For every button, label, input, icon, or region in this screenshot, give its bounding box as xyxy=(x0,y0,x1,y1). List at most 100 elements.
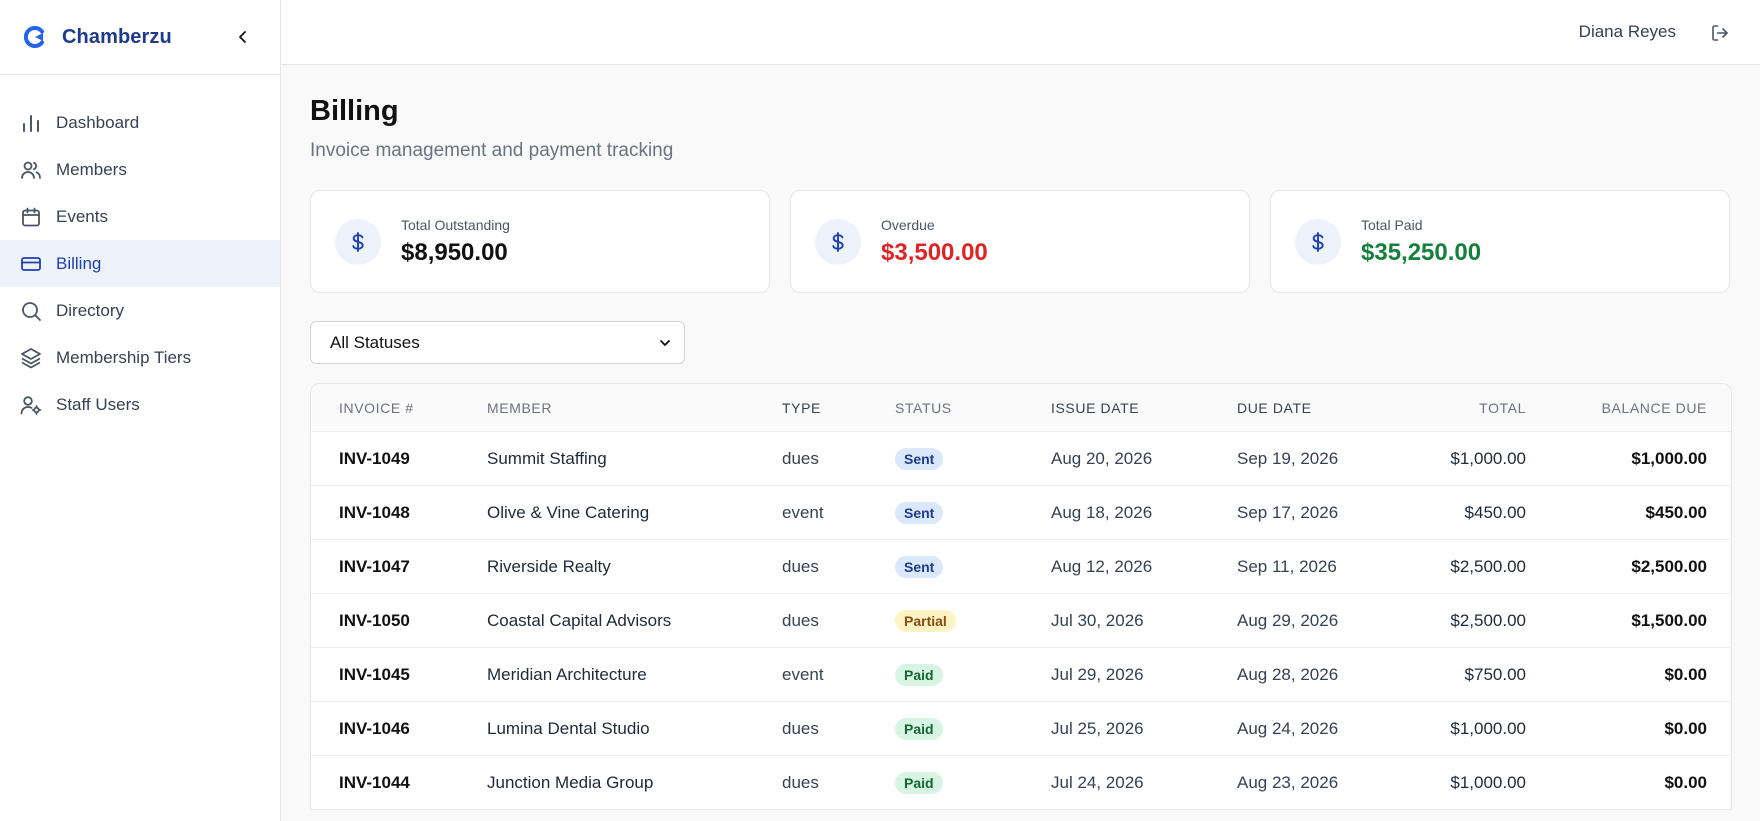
sidebar-item-membership-tiers[interactable]: Membership Tiers xyxy=(0,334,280,381)
invoice-number[interactable]: INV-1047 xyxy=(311,557,487,577)
status-badge: Sent xyxy=(895,501,944,524)
brand-header: Chamberzu xyxy=(0,0,280,75)
invoice-type: dues xyxy=(782,610,819,630)
sidebar-item-directory[interactable]: Directory xyxy=(0,287,280,334)
credit-card-icon xyxy=(19,252,43,276)
member-name: Riverside Realty xyxy=(487,556,611,576)
due-date: Sep 17, 2026 xyxy=(1237,502,1339,522)
status-badge: Partial xyxy=(895,609,956,632)
invoice-total: $1,000.00 xyxy=(1450,772,1526,792)
stat-value: $8,950.00 xyxy=(401,238,508,266)
column-header-issue-date[interactable]: ISSUE DATE xyxy=(1051,400,1237,416)
sidebar-item-label: Members xyxy=(56,159,127,179)
invoice-total: $2,500.00 xyxy=(1450,556,1526,576)
column-header-total[interactable]: TOTAL xyxy=(1403,400,1526,416)
sidebar-item-members[interactable]: Members xyxy=(0,146,280,193)
table-row[interactable]: INV-1050 Coastal Capital Advisors dues P… xyxy=(311,594,1731,648)
column-header-type[interactable]: TYPE xyxy=(782,400,895,416)
member-name: Summit Staffing xyxy=(487,448,607,468)
invoice-number[interactable]: INV-1044 xyxy=(311,773,487,793)
status-badge: Sent xyxy=(895,447,944,470)
invoice-number[interactable]: INV-1050 xyxy=(311,611,487,631)
balance-due: $1,000.00 xyxy=(1631,448,1707,468)
logout-icon xyxy=(1712,25,1728,41)
stat-value: $3,500.00 xyxy=(881,238,988,266)
sidebar-item-staff-users[interactable]: Staff Users xyxy=(0,381,280,428)
layers-icon xyxy=(19,346,43,370)
issue-date: Jul 25, 2026 xyxy=(1051,718,1144,738)
invoices-table: INVOICE # MEMBER TYPE STATUS ISSUE DATE … xyxy=(310,383,1732,810)
invoice-total: $1,000.00 xyxy=(1450,718,1526,738)
column-header-status[interactable]: STATUS xyxy=(895,400,1051,416)
chevron-left-icon xyxy=(239,31,246,43)
invoice-type: event xyxy=(782,502,824,522)
column-header-due-date[interactable]: DUE DATE xyxy=(1237,400,1403,416)
table-row[interactable]: INV-1049 Summit Staffing dues Sent Aug 2… xyxy=(311,432,1731,486)
balance-due: $1,500.00 xyxy=(1631,610,1707,630)
stat-card-total-paid: Total Paid $35,250.00 xyxy=(1270,190,1730,293)
status-filter-value: All Statuses xyxy=(330,332,420,352)
column-header-member[interactable]: MEMBER xyxy=(487,400,782,416)
page-subtitle: Invoice management and payment tracking xyxy=(310,140,674,161)
collapse-sidebar-button[interactable] xyxy=(232,26,254,48)
dollar-icon xyxy=(1295,218,1341,265)
invoice-total: $2,500.00 xyxy=(1450,610,1526,630)
due-date: Aug 29, 2026 xyxy=(1237,610,1339,630)
invoice-total: $750.00 xyxy=(1464,664,1526,684)
invoice-number[interactable]: INV-1045 xyxy=(311,665,487,685)
sidebar-item-label: Directory xyxy=(56,300,125,320)
sidebar-item-label: Billing xyxy=(56,253,102,273)
issue-date: Jul 24, 2026 xyxy=(1051,772,1144,792)
sidebar-item-dashboard[interactable]: Dashboard xyxy=(0,99,280,146)
issue-date: Aug 20, 2026 xyxy=(1051,448,1153,468)
dollar-icon xyxy=(335,218,381,265)
member-name: Meridian Architecture xyxy=(487,664,647,684)
due-date: Sep 19, 2026 xyxy=(1237,448,1339,468)
table-row[interactable]: INV-1047 Riverside Realty dues Sent Aug … xyxy=(311,540,1731,594)
status-badge: Paid xyxy=(895,663,943,686)
brand-name[interactable]: Chamberzu xyxy=(62,26,172,49)
balance-due: $0.00 xyxy=(1664,772,1707,792)
member-name: Olive & Vine Catering xyxy=(487,502,650,522)
sidebar-item-events[interactable]: Events xyxy=(0,193,280,240)
invoice-type: dues xyxy=(782,448,819,468)
calendar-icon xyxy=(19,205,43,229)
users-icon xyxy=(19,158,43,182)
balance-due: $0.00 xyxy=(1664,664,1707,684)
stats-row: Total Outstanding $8,950.00 Overdue $3,5… xyxy=(310,190,1732,293)
column-header-invoice[interactable]: INVOICE # xyxy=(311,400,487,416)
stat-card-overdue: Overdue $3,500.00 xyxy=(790,190,1250,293)
due-date: Aug 28, 2026 xyxy=(1237,664,1339,684)
issue-date: Jul 30, 2026 xyxy=(1051,610,1144,630)
member-name: Junction Media Group xyxy=(487,772,654,792)
table-row[interactable]: INV-1044 Junction Media Group dues Paid … xyxy=(311,756,1731,810)
sidebar-item-label: Membership Tiers xyxy=(56,347,192,367)
sidebar-item-label: Dashboard xyxy=(56,112,140,132)
invoice-type: event xyxy=(782,664,824,684)
user-name: Diana Reyes xyxy=(1578,22,1676,41)
invoice-total: $1,000.00 xyxy=(1450,448,1526,468)
stat-label: Total Paid xyxy=(1361,216,1423,233)
status-filter-select[interactable]: All Statuses xyxy=(310,321,685,364)
column-header-balance-due[interactable]: BALANCE DUE xyxy=(1526,400,1731,416)
table-row[interactable]: INV-1048 Olive & Vine Catering event Sen… xyxy=(311,486,1731,540)
invoice-number[interactable]: INV-1049 xyxy=(311,449,487,469)
invoice-number[interactable]: INV-1048 xyxy=(311,503,487,523)
table-row[interactable]: INV-1046 Lumina Dental Studio dues Paid … xyxy=(311,702,1731,756)
chevron-down-icon xyxy=(660,339,670,346)
search-icon xyxy=(19,299,43,323)
issue-date: Aug 12, 2026 xyxy=(1051,556,1153,576)
invoice-number[interactable]: INV-1046 xyxy=(311,719,487,739)
chamberzu-logo-icon[interactable] xyxy=(22,24,48,50)
due-date: Aug 23, 2026 xyxy=(1237,772,1339,792)
table-row[interactable]: INV-1045 Meridian Architecture event Pai… xyxy=(311,648,1731,702)
sidebar-item-label: Staff Users xyxy=(56,394,140,414)
due-date: Sep 11, 2026 xyxy=(1237,556,1337,576)
sidebar-item-label: Events xyxy=(56,206,108,226)
page-title: Billing xyxy=(310,95,399,127)
member-name: Lumina Dental Studio xyxy=(487,718,650,738)
sidebar-item-billing[interactable]: Billing xyxy=(0,240,280,287)
logout-button[interactable] xyxy=(1708,21,1732,45)
invoice-type: dues xyxy=(782,556,819,576)
invoice-total: $450.00 xyxy=(1464,502,1526,522)
